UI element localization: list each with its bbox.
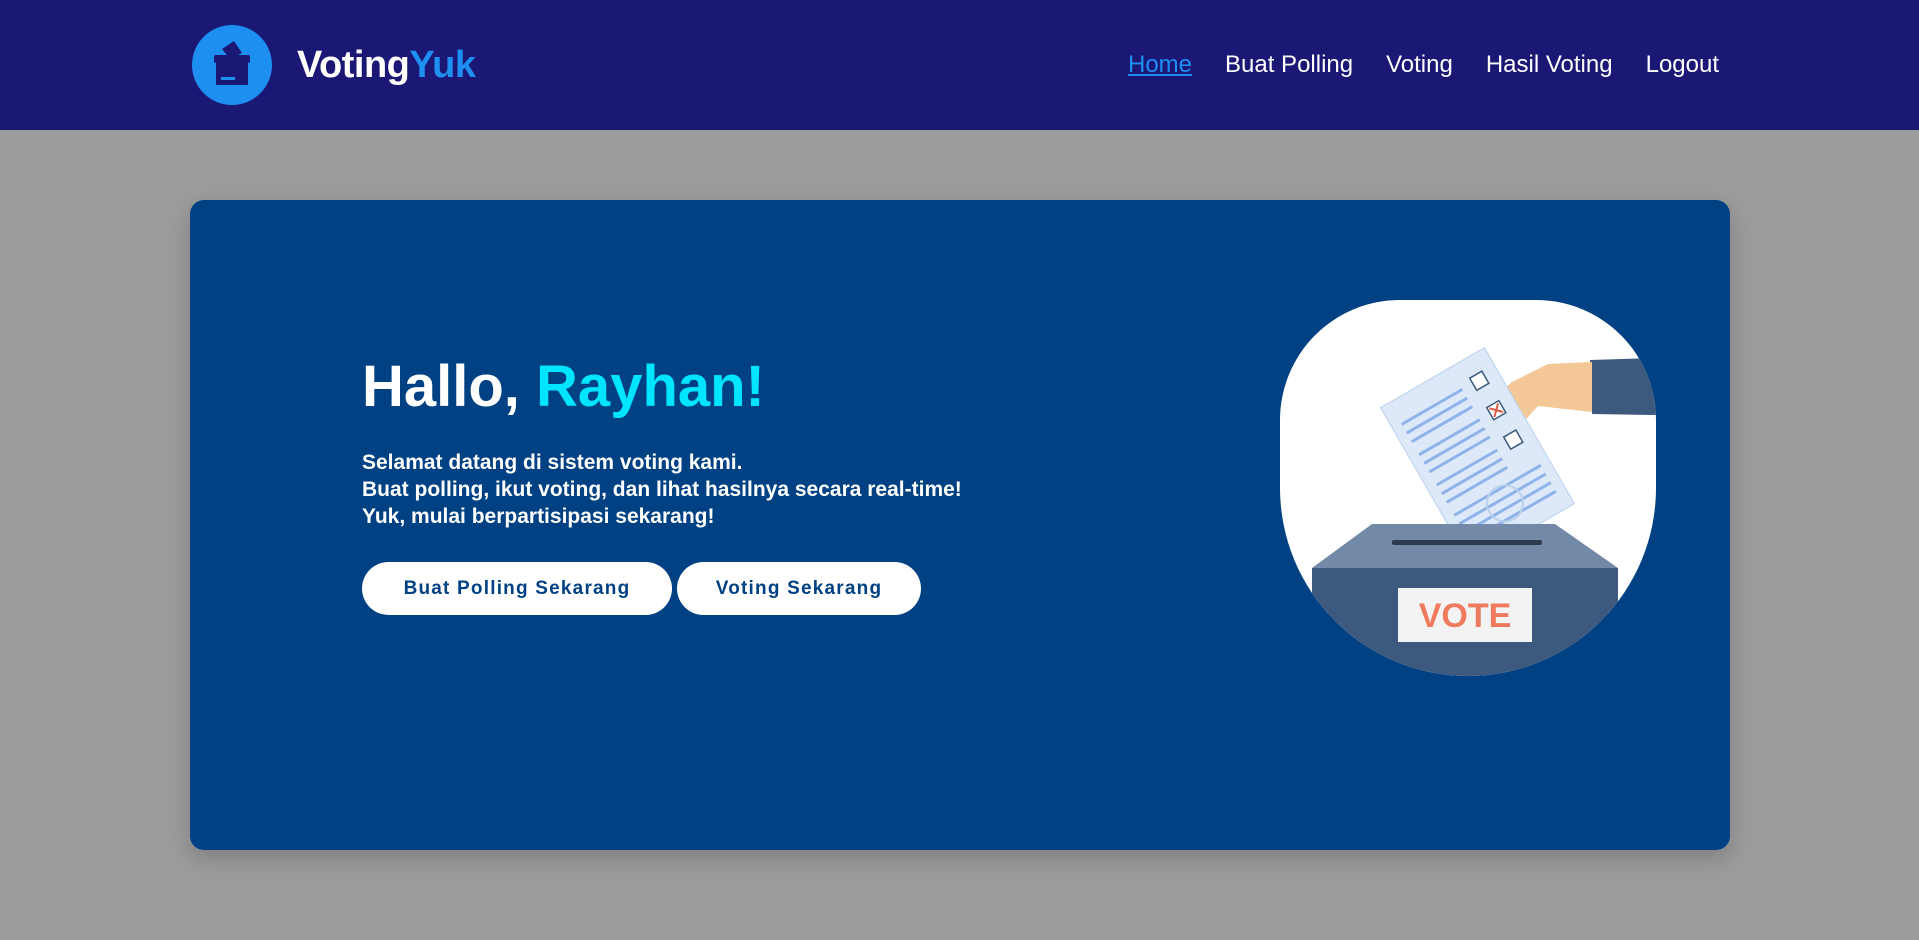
vote-box-hand-icon: VOTE: [1280, 300, 1656, 676]
vote-label: VOTE: [1419, 597, 1512, 635]
user-name: Rayhan!: [536, 354, 765, 419]
nav-menu: Home Buat Polling Voting Hasil Voting Lo…: [1095, 0, 1719, 130]
hero-actions: Buat Polling Sekarang Voting Sekarang: [362, 562, 921, 615]
intro-text: Selamat datang di sistem voting kami. Bu…: [362, 449, 962, 530]
nav-link-home[interactable]: Home: [1128, 51, 1192, 79]
brand-name: VotingYuk: [297, 43, 476, 87]
greeting-heading: Hallo, Rayhan!: [362, 355, 765, 419]
navbar: VotingYuk Home Buat Polling Voting Hasil…: [0, 0, 1919, 130]
vote-now-button[interactable]: Voting Sekarang: [677, 562, 921, 615]
intro-line-2: Buat polling, ikut voting, dan lihat has…: [362, 478, 962, 501]
brand-name-main: Voting: [297, 43, 410, 86]
brand-name-accent: Yuk: [409, 43, 476, 86]
create-poll-button[interactable]: Buat Polling Sekarang: [362, 562, 672, 615]
hero-card: Hallo, Rayhan! Selamat datang di sistem …: [190, 200, 1730, 850]
intro-line-3: Yuk, mulai berpartisipasi sekarang!: [362, 505, 715, 528]
intro-line-1: Selamat datang di sistem voting kami.: [362, 451, 743, 474]
brand[interactable]: VotingYuk: [192, 25, 476, 105]
greeting-text: Hallo,: [362, 354, 520, 419]
nav-link-voting[interactable]: Voting: [1386, 51, 1453, 79]
nav-link-hasil-voting[interactable]: Hasil Voting: [1486, 51, 1613, 79]
nav-link-buat-polling[interactable]: Buat Polling: [1225, 51, 1353, 79]
ballot-box-icon: [192, 25, 272, 105]
nav-link-logout[interactable]: Logout: [1646, 51, 1719, 79]
